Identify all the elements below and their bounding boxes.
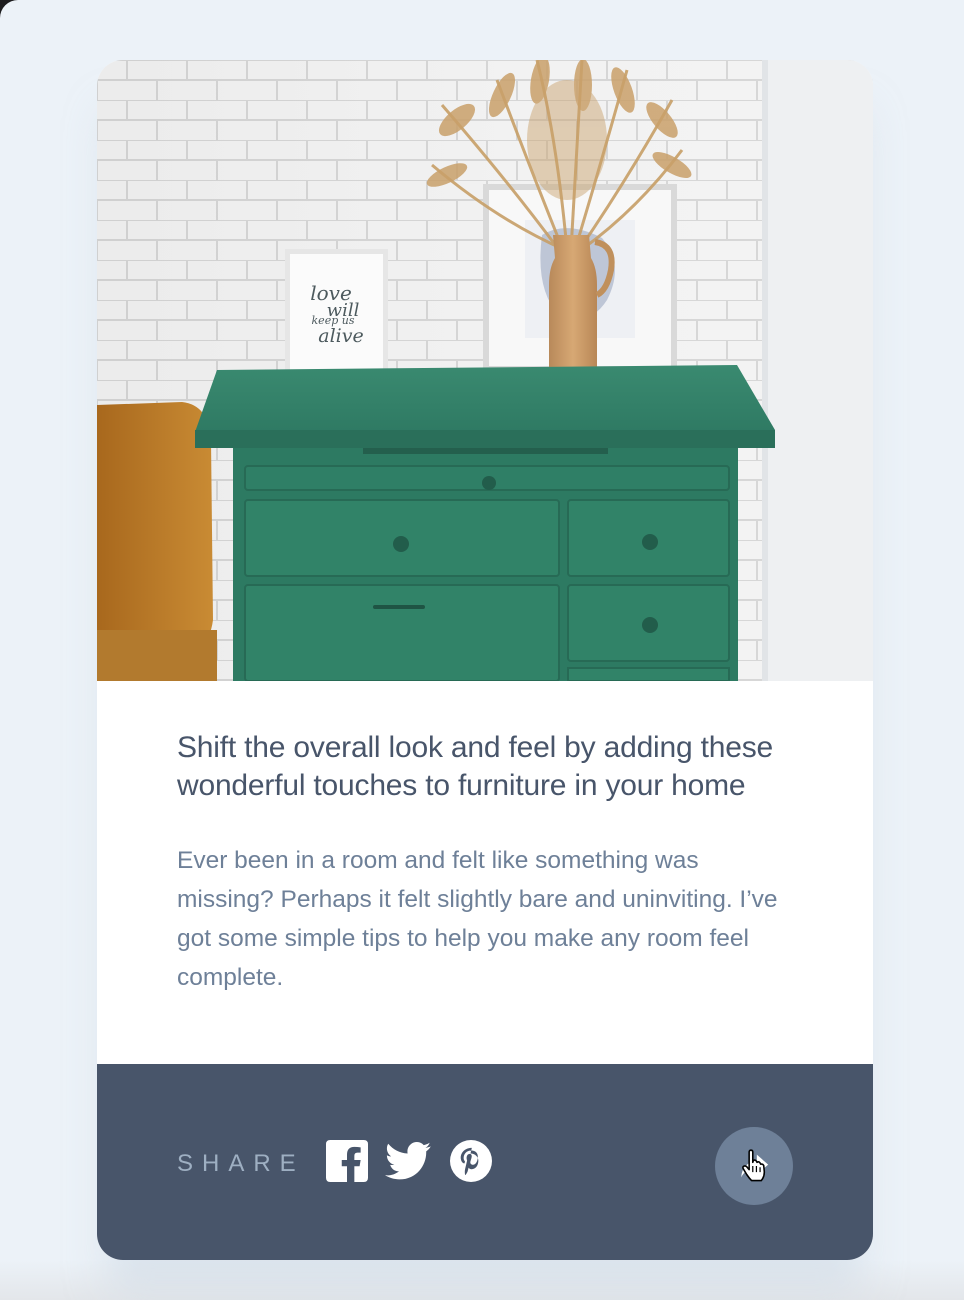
- article-title[interactable]: Shift the overall look and feel by addin…: [177, 729, 797, 805]
- twitter-icon: [385, 1142, 431, 1180]
- facebook-icon: [326, 1140, 368, 1182]
- article-description: Ever been in a room and felt like someth…: [177, 847, 778, 991]
- share-panel: SHARE: [97, 1064, 873, 1260]
- pinterest-icon: [450, 1140, 492, 1182]
- share-label: SHARE: [177, 1150, 305, 1177]
- twitter-link[interactable]: [385, 1140, 431, 1182]
- article-content: Shift the overall look and feel by addin…: [177, 729, 797, 997]
- share-toggle-button[interactable]: [715, 1127, 793, 1205]
- article-preview-card: love will keep us alive Shift the overal…: [97, 60, 873, 1260]
- article-image: love will keep us alive: [97, 60, 873, 681]
- pinterest-link[interactable]: [450, 1140, 492, 1182]
- facebook-link[interactable]: [326, 1140, 368, 1182]
- svg-text:alive: alive: [318, 325, 363, 347]
- browser-viewport: love will keep us alive Shift the overal…: [0, 0, 964, 1300]
- page-bottom-fade: [0, 1260, 964, 1300]
- hand-pointer-icon: [742, 1149, 766, 1182]
